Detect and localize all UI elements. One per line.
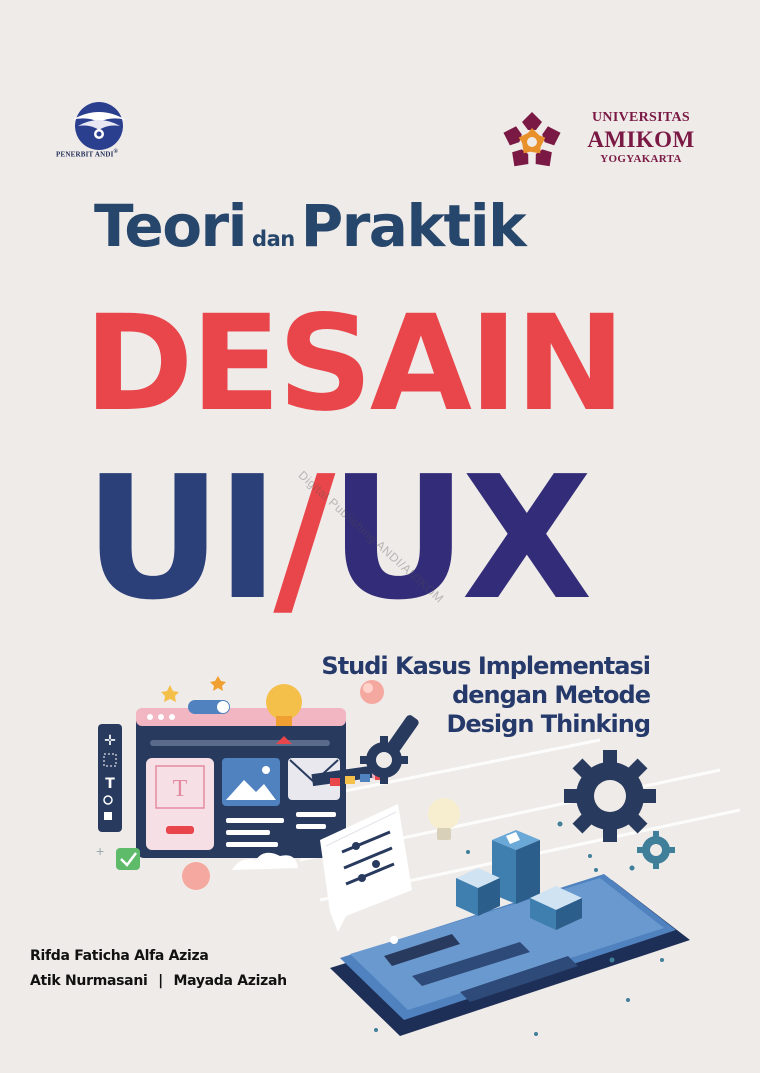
isometric-box-icon (456, 868, 500, 916)
subtitle-line-3: Design Thinking (446, 709, 651, 738)
svg-text:T: T (105, 776, 115, 792)
author-1: Rifda Faticha Alfa Aziza (30, 948, 209, 964)
star-icon (210, 676, 226, 691)
authors-block: Rifda Faticha Alfa Aziza Atik Nurmasani … (30, 944, 287, 994)
cover-illustration: T ✛ T + (96, 676, 741, 1036)
star-icon (161, 685, 179, 702)
gear-icon (637, 831, 675, 869)
author-3: Mayada Azizah (173, 973, 287, 990)
authors-line-2: Atik Nurmasani | Mayada Azizah (30, 969, 287, 994)
book-subtitle: Studi Kasus Implementasi dengan Metode D… (300, 652, 651, 738)
svg-text:T: T (173, 776, 188, 802)
subtitle-line-2: dengan Metode (452, 680, 651, 709)
lightbulb-icon (428, 798, 460, 840)
author-2: Atik Nurmasani (30, 973, 148, 990)
check-icon (116, 848, 140, 870)
gear-icon (564, 750, 656, 842)
author-separator: | (158, 973, 163, 990)
subtitle-line-1: Studi Kasus Implementasi (321, 652, 651, 680)
text-tool-card-icon: T (146, 758, 214, 850)
book-cover: PENERBIT ANDI® UNIVERSITAS AMIKOM YOGYAK… (0, 0, 760, 1073)
deco-ball-icon (182, 862, 210, 890)
toolbar-icon: ✛ T (98, 724, 122, 832)
svg-text:✛: ✛ (104, 732, 116, 748)
svg-text:+: + (96, 843, 104, 859)
